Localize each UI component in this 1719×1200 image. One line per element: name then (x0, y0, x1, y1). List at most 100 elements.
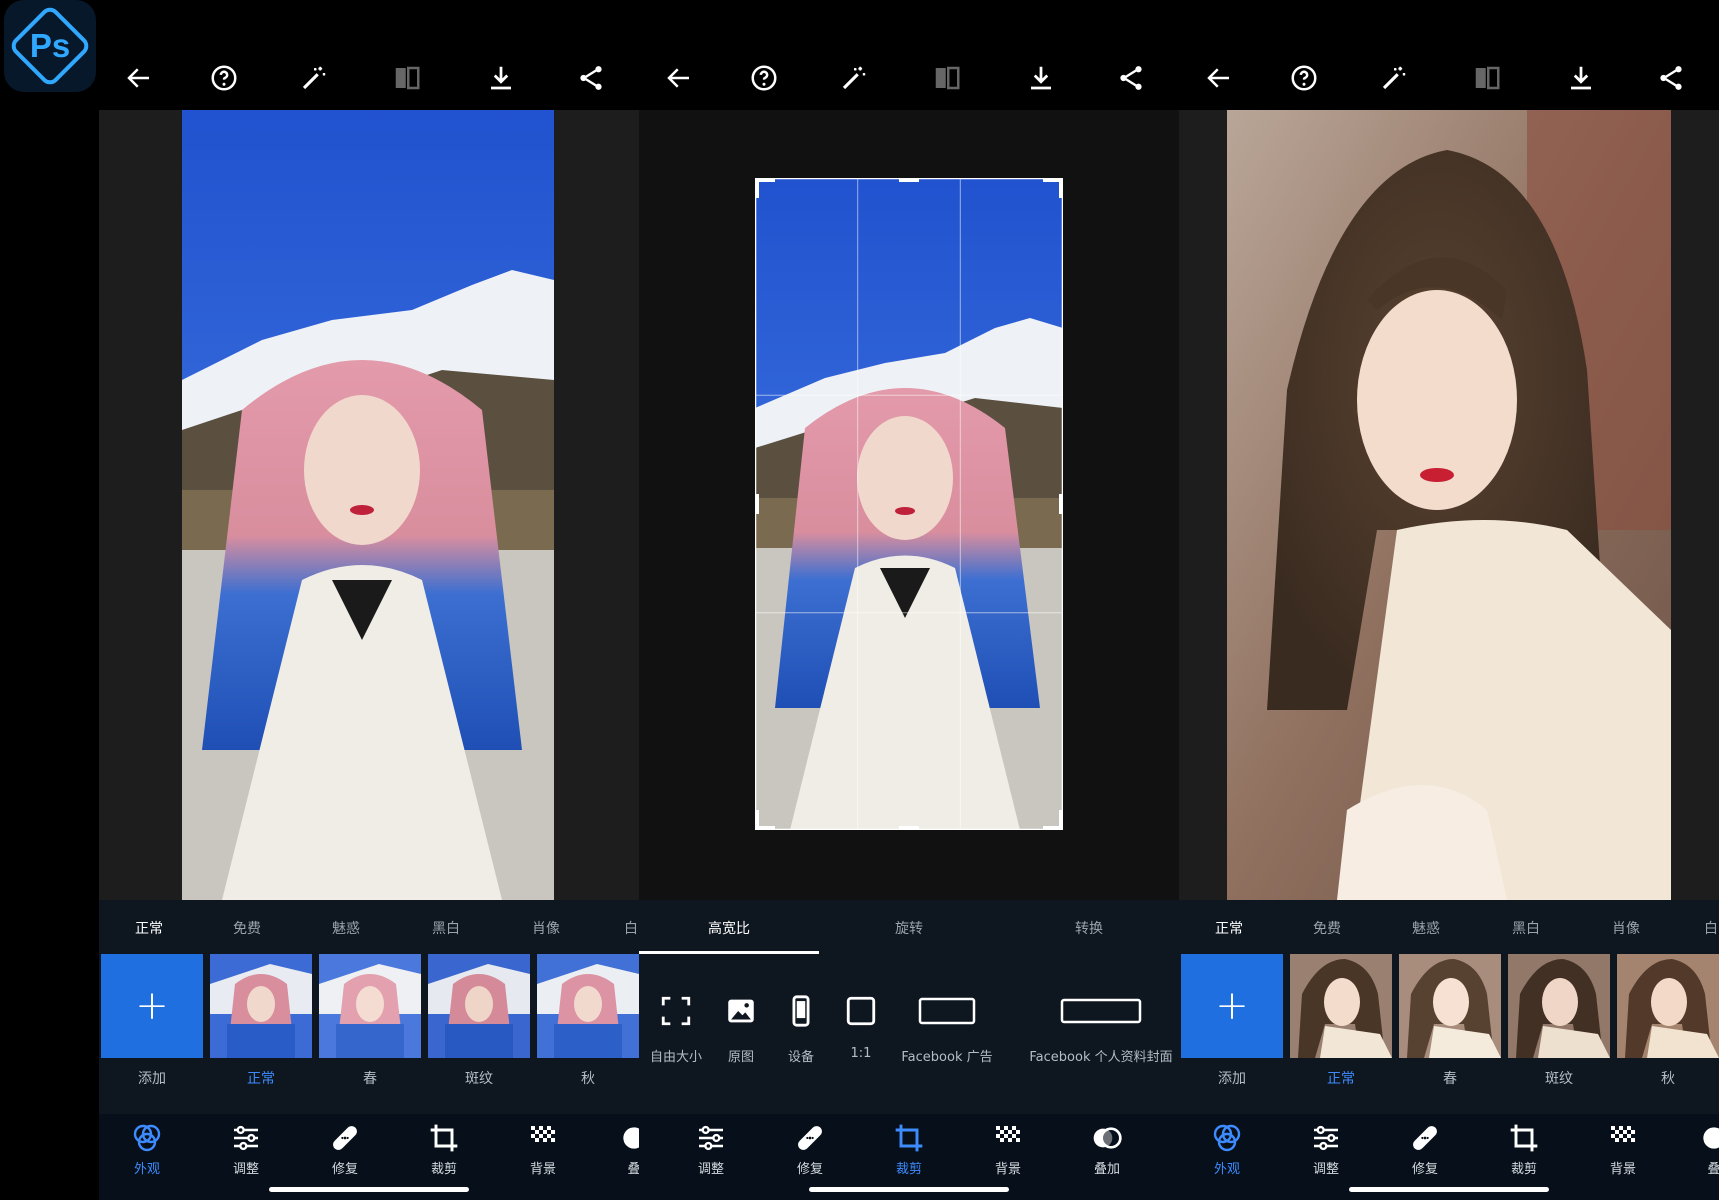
tab-transform[interactable]: 转换 (1075, 918, 1103, 938)
back-arrow-icon[interactable] (661, 60, 697, 96)
share-icon[interactable] (1653, 60, 1689, 96)
nav-label: 叠 (1707, 1162, 1719, 1177)
nav-background[interactable]: 背景 (508, 1122, 578, 1177)
home-indicator (269, 1187, 469, 1192)
compare-icon[interactable] (389, 60, 425, 96)
thumb-pattern[interactable] (428, 954, 530, 1058)
magic-wand-icon[interactable] (1376, 60, 1412, 96)
background-icon (531, 1126, 555, 1142)
nav-label: 修复 (331, 1162, 358, 1177)
tab-aspect-ratio[interactable]: 高宽比 (708, 918, 750, 938)
nav-adjust[interactable]: 调整 (1291, 1122, 1361, 1177)
tab-free[interactable]: 免费 (233, 918, 261, 938)
tab-portrait[interactable]: 肖像 (1612, 918, 1640, 938)
thumb-spring[interactable] (1399, 954, 1501, 1058)
share-icon[interactable] (573, 60, 609, 96)
thumb-autumn[interactable] (537, 954, 639, 1058)
add-filter-button[interactable]: + (1181, 954, 1283, 1058)
tab-charm[interactable]: 魅惑 (332, 918, 360, 938)
download-icon[interactable] (483, 60, 519, 96)
background-icon (1611, 1126, 1635, 1142)
nav-looks[interactable]: 外观 (1192, 1122, 1262, 1177)
cover-rect-icon (1060, 998, 1142, 1024)
nav-crop[interactable]: 裁剪 (409, 1122, 479, 1177)
thumb-label-normal: 正常 (1327, 1071, 1355, 1087)
tab-bw[interactable]: 黑白 (432, 918, 460, 938)
thumb-autumn[interactable] (1617, 954, 1719, 1058)
download-icon[interactable] (1563, 60, 1599, 96)
crop-mode-tabs: 高宽比 旋转 转换 (639, 900, 1179, 954)
tab-portrait[interactable]: 肖像 (532, 918, 560, 938)
help-icon[interactable] (1286, 60, 1322, 96)
crop-icon (430, 1124, 458, 1152)
thumb-pattern[interactable] (1508, 954, 1610, 1058)
thumb-normal[interactable] (210, 954, 312, 1058)
crop-option-square[interactable]: 1:1 (839, 994, 883, 1061)
tab-free[interactable]: 免费 (1313, 918, 1341, 938)
tab-charm[interactable]: 魅惑 (1412, 918, 1440, 938)
photo-pink-blue-hair (182, 110, 554, 900)
add-filter-button[interactable]: + (101, 954, 203, 1058)
crop-option-label: Facebook 广告 (901, 1050, 993, 1065)
compare-icon[interactable] (1469, 60, 1505, 96)
tab-white[interactable]: 白 (1704, 918, 1718, 938)
download-icon[interactable] (1023, 60, 1059, 96)
back-arrow-icon[interactable] (121, 60, 157, 96)
help-icon[interactable] (206, 60, 242, 96)
back-arrow-icon[interactable] (1201, 60, 1237, 96)
crop-canvas[interactable] (639, 110, 1179, 900)
nav-heal[interactable]: 修复 (310, 1122, 380, 1177)
crop-option-facebook-ad[interactable]: Facebook 广告 (895, 994, 999, 1065)
nav-background[interactable]: 背景 (1588, 1122, 1658, 1177)
filter-thumbnail-strip: + 添加 正常 春 斑纹 秋 (99, 954, 639, 1114)
photo-crop-preview (755, 178, 1063, 830)
nav-heal[interactable]: 修复 (1390, 1122, 1460, 1177)
thumb-label-spring: 春 (363, 1071, 377, 1087)
nav-crop[interactable]: 裁剪 (874, 1122, 944, 1177)
tab-white[interactable]: 白 (624, 918, 638, 938)
nav-adjust[interactable]: 调整 (211, 1122, 281, 1177)
nav-label: 裁剪 (430, 1162, 457, 1177)
aspect-ratio-options: 自由大小 原图 设备 1:1 Facebook 广告 Facebook 个人资料… (639, 954, 1179, 1114)
tab-normal[interactable]: 正常 (135, 918, 163, 938)
overlay-icon (623, 1127, 639, 1149)
share-icon[interactable] (1113, 60, 1149, 96)
image-canvas[interactable] (1179, 110, 1719, 900)
tab-bw[interactable]: 黑白 (1512, 918, 1540, 938)
nav-label: 背景 (994, 1162, 1021, 1177)
nav-heal[interactable]: 修复 (775, 1122, 845, 1177)
thumb-label-pattern: 斑纹 (1545, 1071, 1573, 1087)
device-icon (792, 995, 810, 1027)
thumb-normal[interactable] (1290, 954, 1392, 1058)
crop-option-device[interactable]: 设备 (779, 994, 823, 1065)
crop-option-label: 设备 (787, 1050, 814, 1065)
magic-wand-icon[interactable] (296, 60, 332, 96)
nav-adjust[interactable]: 调整 (676, 1122, 746, 1177)
nav-overlay[interactable]: 叠 (1679, 1122, 1719, 1177)
crop-option-original[interactable]: 原图 (719, 994, 763, 1065)
nav-label: 裁剪 (1510, 1162, 1537, 1177)
crop-option-label: 1:1 (850, 1046, 872, 1061)
help-icon[interactable] (746, 60, 782, 96)
compare-icon[interactable] (929, 60, 965, 96)
crop-option-free[interactable]: 自由大小 (647, 994, 705, 1065)
image-canvas[interactable] (99, 110, 639, 900)
nav-background[interactable]: 背景 (973, 1122, 1043, 1177)
home-indicator (1349, 1187, 1549, 1192)
crop-option-label: 原图 (727, 1050, 754, 1065)
nav-label: 外观 (1213, 1162, 1240, 1177)
nav-looks[interactable]: 外观 (112, 1122, 182, 1177)
crop-option-facebook-cover[interactable]: Facebook 个人资料封面 (1025, 994, 1177, 1065)
looks-icon (133, 1124, 161, 1152)
tab-normal[interactable]: 正常 (1215, 918, 1243, 938)
tab-rotate[interactable]: 旋转 (895, 918, 923, 938)
magic-wand-icon[interactable] (836, 60, 872, 96)
sliders-icon (234, 1125, 258, 1151)
crop-icon (895, 1124, 923, 1152)
nav-crop[interactable]: 裁剪 (1489, 1122, 1559, 1177)
crop-option-label: 自由大小 (649, 1050, 702, 1065)
nav-overlay[interactable]: 叠 (599, 1122, 639, 1177)
thumb-spring[interactable] (319, 954, 421, 1058)
nav-overlay[interactable]: 叠加 (1072, 1122, 1142, 1177)
crop-option-label: Facebook 个人资料封面 (1029, 1050, 1173, 1065)
